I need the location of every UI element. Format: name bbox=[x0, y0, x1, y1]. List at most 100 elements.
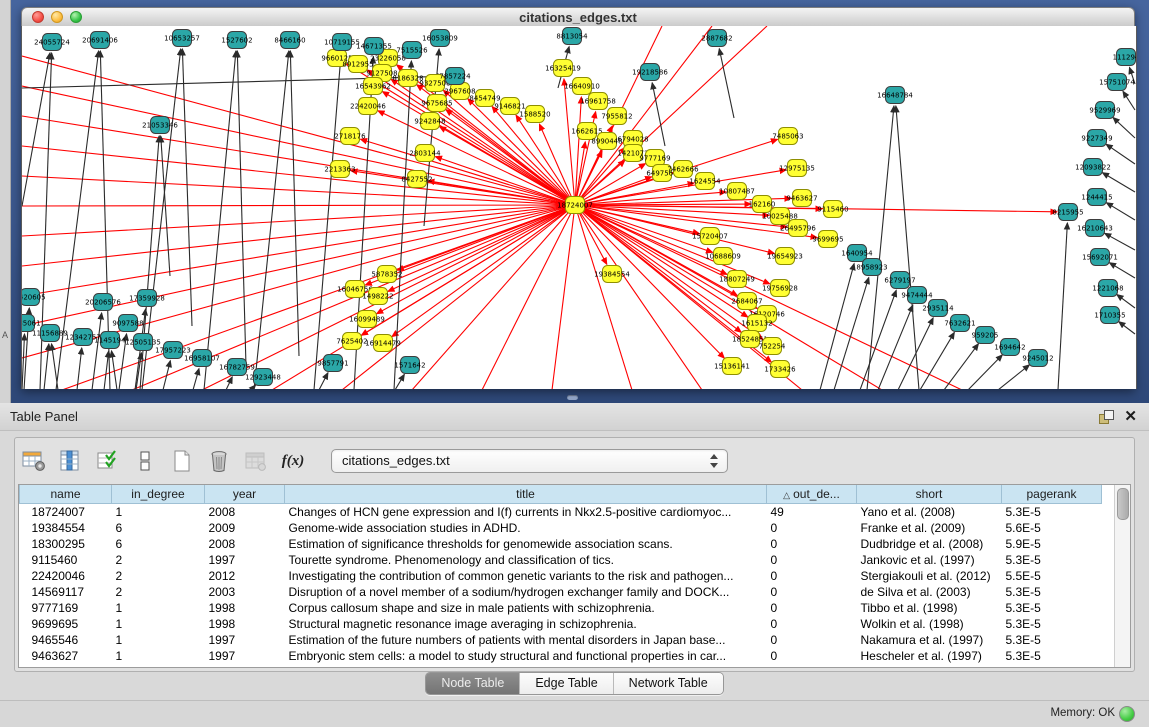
table-cell[interactable]: 1 bbox=[112, 632, 205, 648]
citation-network-graph[interactable]: 1872400796601258912955232260589127508165… bbox=[22, 26, 1136, 389]
table-row[interactable]: 1830029562008Estimation of significance … bbox=[20, 536, 1102, 552]
table-cell[interactable]: 2009 bbox=[205, 520, 285, 536]
table-cell[interactable]: 6 bbox=[112, 520, 205, 536]
table-cell[interactable]: Changes of HCN gene expression and I(f) … bbox=[285, 504, 767, 521]
table-row[interactable]: 2242004622012Investigating the contribut… bbox=[20, 568, 1102, 584]
table-cell[interactable]: 5.3E-5 bbox=[1002, 632, 1102, 648]
window-titlebar[interactable]: citations_edges.txt bbox=[21, 7, 1135, 28]
table-cell[interactable]: Estimation of the future numbers of pati… bbox=[285, 632, 767, 648]
delete-table-icon[interactable] bbox=[206, 449, 232, 473]
table-cell[interactable]: 0 bbox=[767, 520, 857, 536]
column-header-in-degree[interactable]: in_degree bbox=[112, 485, 205, 504]
table-cell[interactable]: 1 bbox=[112, 648, 205, 664]
table-cell[interactable]: 0 bbox=[767, 648, 857, 664]
table-row[interactable]: 946362711997Embryonic stem cells: a mode… bbox=[20, 648, 1102, 664]
table-cell[interactable]: 22420046 bbox=[20, 568, 112, 584]
table-cell[interactable]: Dudbridge et al. (2008) bbox=[857, 536, 1002, 552]
table-cell[interactable]: 18300295 bbox=[20, 536, 112, 552]
float-panel-icon[interactable] bbox=[1099, 410, 1113, 423]
table-cell[interactable]: Franke et al. (2009) bbox=[857, 520, 1002, 536]
table-cell[interactable]: 5.6E-5 bbox=[1002, 520, 1102, 536]
column-header-year[interactable]: year bbox=[205, 485, 285, 504]
table-mode-icon[interactable] bbox=[21, 449, 47, 473]
table-selector[interactable]: citations_edges.txt bbox=[331, 449, 728, 473]
scrollbar-thumb[interactable] bbox=[1117, 488, 1129, 520]
table-cell[interactable]: 0 bbox=[767, 536, 857, 552]
table-column-icon[interactable] bbox=[58, 449, 84, 473]
table-row[interactable]: 969969511998Structural magnetic resonanc… bbox=[20, 616, 1102, 632]
tab-node-table[interactable]: Node Table bbox=[426, 673, 519, 694]
table-cell[interactable]: 18724007 bbox=[20, 504, 112, 521]
table-cell[interactable]: 1997 bbox=[205, 552, 285, 568]
table-cell[interactable]: Investigating the contribution of common… bbox=[285, 568, 767, 584]
table-cell[interactable]: Embryonic stem cells: a model to study s… bbox=[285, 648, 767, 664]
table-cell[interactable]: 0 bbox=[767, 600, 857, 616]
column-header-short[interactable]: short bbox=[857, 485, 1002, 504]
table-cell[interactable]: 1998 bbox=[205, 616, 285, 632]
memory-status-icon[interactable] bbox=[1119, 706, 1135, 722]
table-cell[interactable]: 0 bbox=[767, 632, 857, 648]
column-header-out-de-[interactable]: △out_de... bbox=[767, 485, 857, 504]
table-cell[interactable]: 2 bbox=[112, 552, 205, 568]
table-cell[interactable]: 2 bbox=[112, 584, 205, 600]
table-cell[interactable]: 2008 bbox=[205, 504, 285, 521]
table-cell[interactable]: 9465546 bbox=[20, 632, 112, 648]
table-cell[interactable]: 2012 bbox=[205, 568, 285, 584]
column-header-pagerank[interactable]: pagerank bbox=[1002, 485, 1102, 504]
table-cell[interactable]: 2 bbox=[112, 568, 205, 584]
node-table[interactable]: namein_degreeyeartitle△out_de...shortpag… bbox=[19, 485, 1102, 664]
table-cell[interactable]: Nakamura et al. (1997) bbox=[857, 632, 1002, 648]
table-row[interactable]: 1456911722003Disruption of a novel membe… bbox=[20, 584, 1102, 600]
table-cell[interactable]: 5.3E-5 bbox=[1002, 600, 1102, 616]
network-canvas[interactable]: 1872400796601258912955232260589127508165… bbox=[21, 26, 1137, 389]
table-cell[interactable]: 14569117 bbox=[20, 584, 112, 600]
table-cell[interactable]: Stergiakouli et al. (2012) bbox=[857, 568, 1002, 584]
table-row[interactable]: 1938455462009Genome-wide association stu… bbox=[20, 520, 1102, 536]
table-cell[interactable]: Tourette syndrome. Phenomenology and cla… bbox=[285, 552, 767, 568]
new-table-icon[interactable] bbox=[169, 449, 195, 473]
table-cell[interactable]: Jankovic et al. (1997) bbox=[857, 552, 1002, 568]
table-cell[interactable]: Wolkin et al. (1998) bbox=[857, 616, 1002, 632]
row-toggle-icon[interactable] bbox=[132, 449, 158, 473]
table-cell[interactable]: 1997 bbox=[205, 648, 285, 664]
table-cell[interactable]: Structural magnetic resonance image aver… bbox=[285, 616, 767, 632]
table-cell[interactable]: 5.3E-5 bbox=[1002, 552, 1102, 568]
function-builder-icon[interactable]: f(x) bbox=[280, 449, 306, 473]
table-cell[interactable]: Disruption of a novel member of a sodium… bbox=[285, 584, 767, 600]
table-cell[interactable]: 5.3E-5 bbox=[1002, 648, 1102, 664]
table-cell[interactable]: 1 bbox=[112, 504, 205, 521]
tab-network-table[interactable]: Network Table bbox=[613, 673, 723, 694]
table-cell[interactable]: Yano et al. (2008) bbox=[857, 504, 1002, 521]
table-cell[interactable]: 2003 bbox=[205, 584, 285, 600]
select-rows-icon[interactable] bbox=[95, 449, 121, 473]
table-cell[interactable]: 9115460 bbox=[20, 552, 112, 568]
table-cell[interactable]: 1998 bbox=[205, 600, 285, 616]
table-row[interactable]: 911546021997Tourette syndrome. Phenomeno… bbox=[20, 552, 1102, 568]
table-cell[interactable]: de Silva et al. (2003) bbox=[857, 584, 1002, 600]
tab-edge-table[interactable]: Edge Table bbox=[519, 673, 612, 694]
table-cell[interactable]: 2008 bbox=[205, 536, 285, 552]
table-cell[interactable]: 5.3E-5 bbox=[1002, 584, 1102, 600]
table-cell[interactable]: 6 bbox=[112, 536, 205, 552]
table-vertical-scrollbar[interactable] bbox=[1114, 485, 1130, 667]
splitpane-grip[interactable] bbox=[567, 395, 578, 400]
table-cell[interactable]: 5.5E-5 bbox=[1002, 568, 1102, 584]
table-cell[interactable]: 9699695 bbox=[20, 616, 112, 632]
table-cell[interactable]: 0 bbox=[767, 568, 857, 584]
table-cell[interactable]: 5.3E-5 bbox=[1002, 504, 1102, 521]
table-row[interactable]: 946554611997Estimation of the future num… bbox=[20, 632, 1102, 648]
table-cell[interactable]: 5.3E-5 bbox=[1002, 616, 1102, 632]
table-cell[interactable]: 9777169 bbox=[20, 600, 112, 616]
table-cell[interactable]: 1997 bbox=[205, 632, 285, 648]
table-cell[interactable]: 0 bbox=[767, 616, 857, 632]
table-row[interactable]: 977716911998Corpus callosum shape and si… bbox=[20, 600, 1102, 616]
table-cell[interactable]: 0 bbox=[767, 552, 857, 568]
column-header-title[interactable]: title bbox=[285, 485, 767, 504]
close-panel-icon[interactable]: ✕ bbox=[1124, 407, 1137, 425]
table-cell[interactable]: 19384554 bbox=[20, 520, 112, 536]
table-cell[interactable]: 49 bbox=[767, 504, 857, 521]
table-cell[interactable]: 9463627 bbox=[20, 648, 112, 664]
table-cell[interactable]: 5.9E-5 bbox=[1002, 536, 1102, 552]
table-cell[interactable]: Tibbo et al. (1998) bbox=[857, 600, 1002, 616]
table-cell[interactable]: Corpus callosum shape and size in male p… bbox=[285, 600, 767, 616]
